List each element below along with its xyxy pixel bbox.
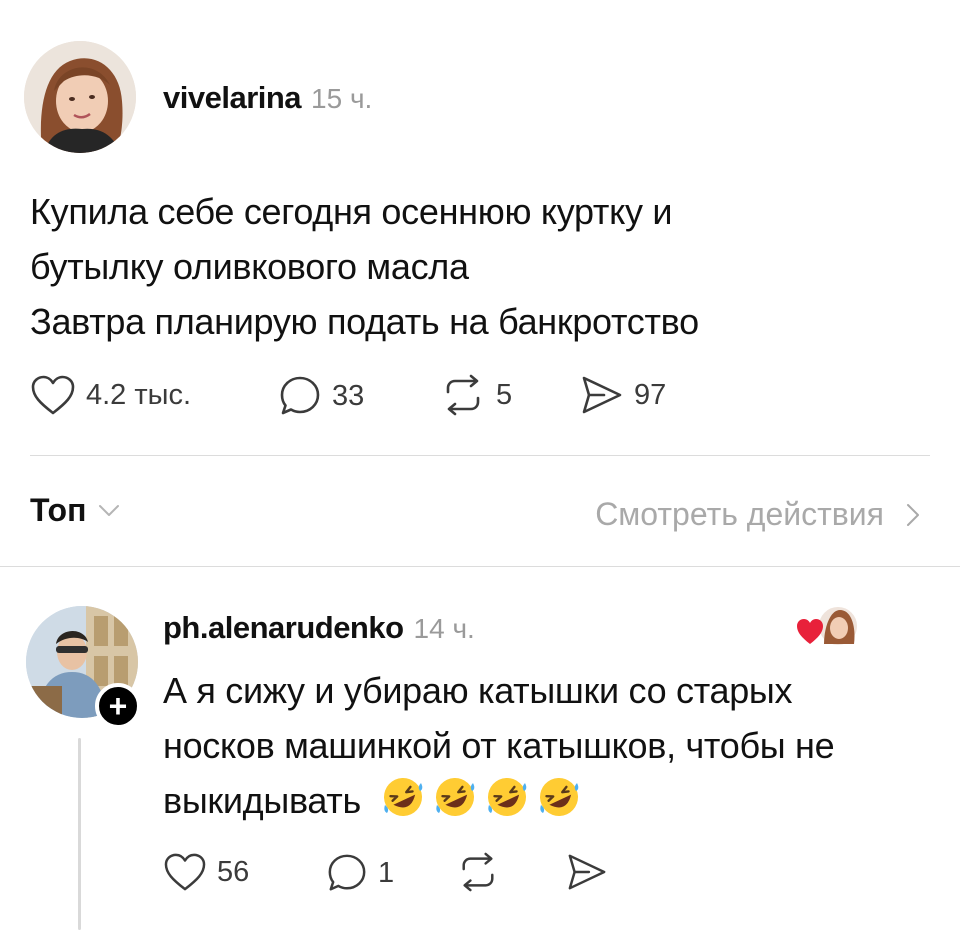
sort-dropdown[interactable]: Топ [30, 492, 120, 529]
post-text-line: бутылку оливкового масла [30, 246, 469, 287]
heart-icon [164, 853, 206, 891]
send-icon [582, 376, 622, 414]
reply-like-count: 56 [217, 855, 250, 888]
rolling-on-floor-laughing-emoji [383, 778, 422, 816]
share-count: 97 [634, 378, 667, 411]
author-liked-indicator [796, 604, 860, 650]
post-username[interactable]: vivelarina [163, 80, 302, 116]
comment-icon [280, 376, 320, 415]
repost-icon [462, 852, 494, 892]
chevron-right-icon [907, 503, 919, 526]
author-photo [24, 41, 136, 153]
rolling-on-floor-laughing-emoji [435, 778, 474, 816]
thread-line [78, 738, 81, 930]
post-text-line: Завтра планирую подать на банкротство [30, 301, 699, 342]
like-count: 4.2 тыс. [86, 378, 192, 411]
follow-button[interactable]: + [95, 683, 141, 729]
repost-count: 5 [496, 378, 513, 411]
post-header: vivelarina 15 ч. [163, 80, 372, 116]
author-avatar[interactable] [24, 41, 136, 153]
comment-count: 33 [332, 379, 365, 412]
sort-label: Топ [30, 492, 87, 528]
reply-body: А я сижу и убираю катышки со старых носк… [163, 663, 835, 828]
chevron-down-icon [99, 504, 120, 516]
heart-icon [31, 375, 75, 415]
emoji-group [381, 775, 581, 819]
reply-like-button[interactable]: 56 [163, 852, 249, 892]
liked-by-author-icon [797, 605, 859, 647]
post-timestamp: 15 ч. [311, 83, 373, 114]
rolling-on-floor-laughing-emoji [487, 778, 526, 816]
view-activity-link[interactable]: Смотреть действия [595, 496, 920, 533]
share-button[interactable]: 97 [580, 374, 666, 416]
repost-button[interactable]: 5 [440, 374, 512, 416]
reply-timestamp: 14 ч. [413, 613, 475, 644]
reply-text-line: выкидывать [163, 780, 361, 821]
reply-comment-button[interactable]: 1 [326, 852, 394, 894]
reply-text-line: А я сижу и убираю катышки со старых [163, 670, 793, 711]
comment-button[interactable]: 33 [278, 374, 364, 418]
like-button[interactable]: 4.2 тыс. [30, 374, 191, 416]
reply-header: ph.alenarudenko 14 ч. [163, 610, 475, 646]
reply-repost-button[interactable] [456, 852, 500, 892]
reply-share-button[interactable] [566, 852, 608, 892]
repost-icon [446, 374, 480, 416]
view-activity-label: Смотреть действия [595, 496, 884, 532]
post-text-line: Купила себе сегодня осеннюю куртку и [30, 191, 673, 232]
divider [30, 455, 930, 456]
rolling-on-floor-laughing-emoji [539, 778, 578, 816]
reply-username[interactable]: ph.alenarudenko [163, 610, 404, 646]
reply-text-line: носков машинкой от катышков, чтобы не [163, 725, 835, 766]
plus-icon: + [108, 688, 128, 724]
send-icon [568, 854, 606, 890]
reply-comment-count: 1 [378, 856, 395, 889]
post-body: Купила себе сегодня осеннюю куртку и бут… [30, 184, 699, 349]
divider [0, 566, 960, 567]
comment-icon [328, 854, 366, 891]
